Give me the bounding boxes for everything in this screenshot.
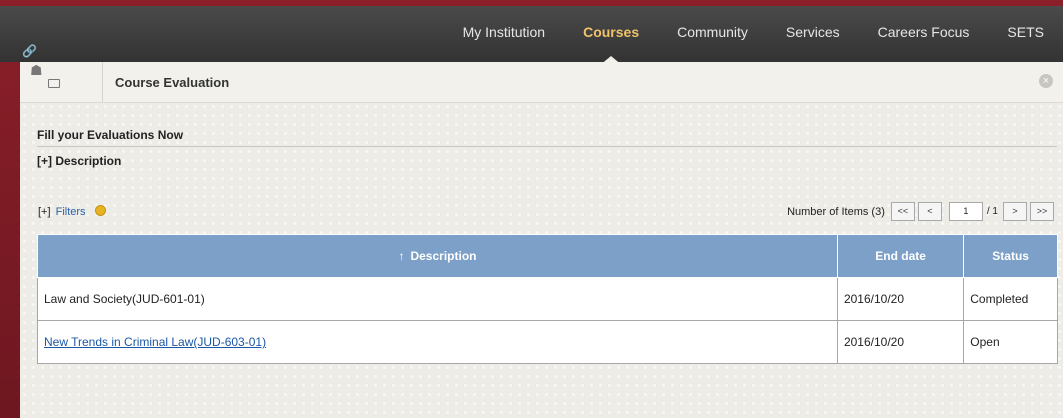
page-total: / 1 <box>986 206 998 217</box>
main-nav: My Institution Courses Community Service… <box>444 6 1063 66</box>
evaluations-table: ↑ Description End date Status Law and Soc… <box>37 234 1058 364</box>
nav-item-services[interactable]: Services <box>767 6 859 62</box>
nav-item-courses[interactable]: Courses <box>564 6 658 66</box>
sort-ascending-icon: ↑ <box>398 249 405 263</box>
items-count: Number of Items (3) <box>787 205 885 218</box>
column-header-status[interactable]: Status <box>963 234 1058 278</box>
section-title: Fill your Evaluations Now <box>37 128 184 142</box>
top-navigation-bar: 🔗 My Institution Courses Community Servi… <box>0 0 1063 66</box>
filters-toggle[interactable]: [+] Filters <box>38 205 106 218</box>
end-date: 2016/10/20 <box>836 320 965 364</box>
divider <box>37 146 1057 147</box>
course-description: Law and Society(JUD-601-01) <box>37 277 838 321</box>
nav-item-my-institution[interactable]: My Institution <box>444 6 564 62</box>
page-title: Course Evaluation <box>115 75 230 90</box>
pagination: Number of Items (3) << < 1 / 1 > >> <box>787 202 1057 221</box>
next-page-button[interactable]: > <box>1003 202 1027 221</box>
page-number-input[interactable]: 1 <box>948 202 983 221</box>
filter-status-icon <box>94 205 106 216</box>
close-icon[interactable]: × <box>1039 74 1053 88</box>
home-icon[interactable]: ☗ <box>30 62 43 78</box>
content-panel: ☗ Course Evaluation × Fill your Evaluati… <box>20 62 1063 418</box>
course-menu-icon[interactable] <box>48 79 60 88</box>
course-description: New Trends in Criminal Law(JUD-603-01) <box>37 320 838 364</box>
link-icon[interactable]: 🔗 <box>22 44 37 58</box>
filters-link[interactable]: Filters <box>56 206 86 218</box>
status: Open <box>963 320 1058 364</box>
background-strip <box>0 0 20 418</box>
nav-item-careers-focus[interactable]: Careers Focus <box>859 6 989 62</box>
filters-prefix: [+] <box>38 206 51 218</box>
status: Completed <box>963 277 1058 321</box>
end-date: 2016/10/20 <box>836 277 965 321</box>
nav-item-community[interactable]: Community <box>658 6 767 62</box>
first-page-button[interactable]: << <box>890 202 915 221</box>
description-toggle[interactable]: [+] Description <box>37 154 121 168</box>
breadcrumb: ☗ Course Evaluation × <box>20 62 1063 103</box>
course-evaluation-link[interactable]: New Trends in Criminal Law(JUD-603-01) <box>44 335 266 349</box>
nav-item-sets[interactable]: SETS <box>988 6 1063 62</box>
last-page-button[interactable]: >> <box>1030 202 1054 221</box>
column-header-description-label: Description <box>410 249 477 263</box>
table-header-row: ↑ Description End date Status <box>37 234 1058 278</box>
column-header-end-date[interactable]: End date <box>836 234 965 278</box>
table-row: Law and Society(JUD-601-01) 2016/10/20 C… <box>37 277 1058 321</box>
breadcrumb-icons: ☗ <box>30 62 103 102</box>
table-row: New Trends in Criminal Law(JUD-603-01) 2… <box>37 320 1058 364</box>
prev-page-button[interactable]: < <box>917 202 942 221</box>
column-header-description[interactable]: ↑ Description <box>37 234 838 278</box>
